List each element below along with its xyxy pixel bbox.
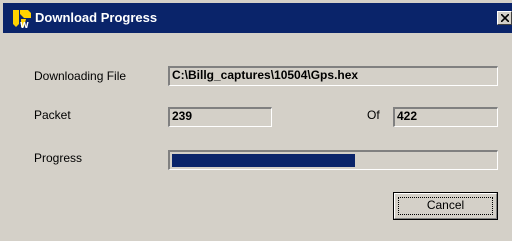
packet-current-field: 239	[168, 107, 272, 127]
close-button[interactable]	[497, 11, 512, 25]
cancel-button[interactable]: Cancel	[393, 192, 498, 220]
progress-bar	[168, 150, 498, 170]
title-bar[interactable]: W Download Progress	[3, 3, 512, 33]
downloading-file-label: Downloading File	[34, 69, 127, 83]
progress-label: Progress	[34, 151, 83, 165]
cancel-button-label: Cancel	[426, 198, 465, 212]
window-title: Download Progress	[35, 10, 158, 25]
svg-text:W: W	[20, 21, 29, 29]
download-progress-dialog: W Download Progress Downloading File C:\…	[0, 0, 512, 241]
packet-total-field: 422	[393, 107, 498, 127]
packet-label: Packet	[34, 108, 71, 122]
file-path-field: C:\Billg_captures\10504\Gps.hex	[168, 66, 498, 86]
app-icon: W	[12, 8, 32, 30]
of-label: Of	[367, 108, 380, 122]
progress-bar-fill	[172, 154, 355, 167]
